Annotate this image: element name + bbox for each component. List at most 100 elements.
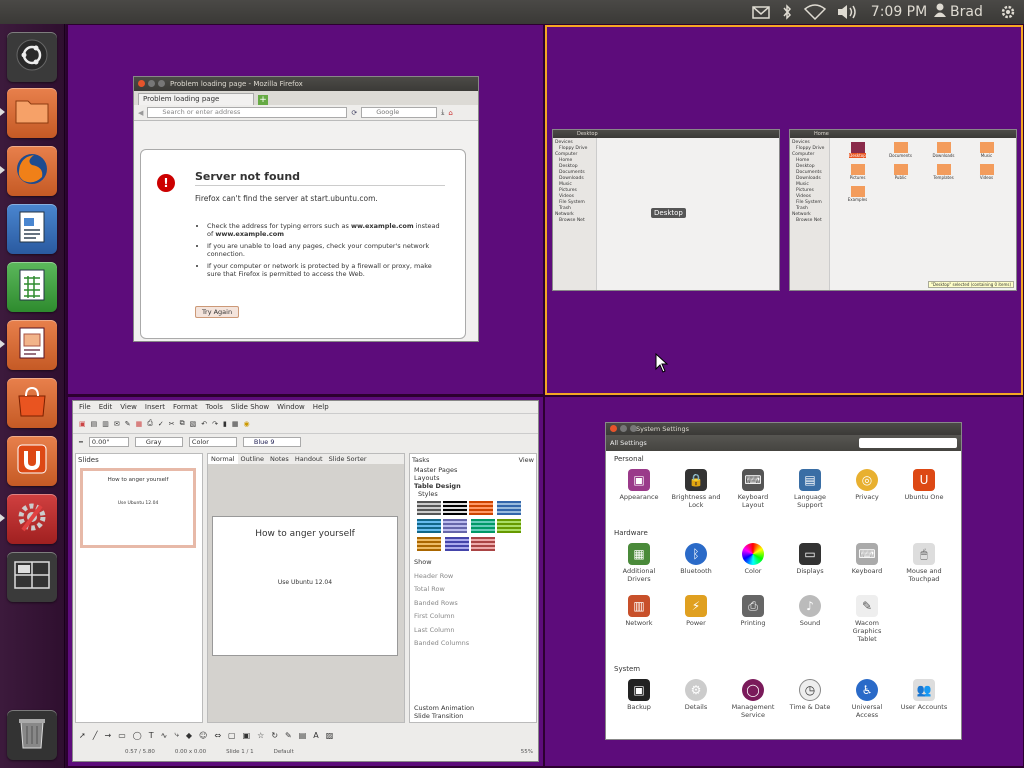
ubuntu-one-launcher[interactable] — [7, 436, 57, 486]
basic-shapes-icon[interactable]: ◆ — [186, 731, 192, 740]
back-arrow-icon[interactable]: ◀ — [138, 109, 143, 117]
text-tool-icon[interactable]: T — [149, 731, 154, 740]
tab-normal[interactable]: Normal — [208, 454, 238, 464]
table-style[interactable] — [417, 537, 441, 551]
setting-language-support[interactable]: ▤ Language Support — [785, 469, 835, 509]
tab-handout[interactable]: Handout — [292, 454, 326, 464]
points-icon[interactable]: ✎ — [285, 731, 292, 740]
table-style[interactable] — [417, 501, 441, 515]
ellipse-tool-icon[interactable]: ◯ — [133, 731, 142, 740]
paste-icon[interactable]: ▧ — [190, 420, 197, 428]
rotate-icon[interactable]: ↻ — [271, 731, 278, 740]
line-width-field[interactable]: 0.00" — [88, 436, 129, 447]
menu-file[interactable]: File — [79, 401, 91, 413]
checkbox-total-row[interactable]: Total Row — [414, 583, 536, 597]
setting-time-date[interactable]: ◷ Time & Date — [785, 679, 835, 711]
task-layouts[interactable]: Layouts — [414, 474, 536, 482]
folder-item[interactable]: Videos — [965, 164, 1008, 186]
slide-title[interactable]: How to anger yourself — [213, 517, 397, 539]
table-style[interactable] — [471, 519, 496, 533]
checkbox-header-row[interactable]: Header Row — [414, 570, 536, 584]
download-icon[interactable]: ⤓ — [441, 108, 444, 117]
line-color-select[interactable]: Gray — [134, 436, 183, 447]
setting-keyboard-layout[interactable]: ⌨ Keyboard Layout — [728, 469, 778, 509]
software-center-launcher[interactable] — [7, 378, 57, 428]
setting-displays[interactable]: ▭ Displays — [785, 543, 835, 575]
curve-tool-icon[interactable]: ∿ — [161, 731, 168, 740]
dash-home-button[interactable] — [7, 32, 57, 82]
undo-icon[interactable]: ↶ — [201, 420, 207, 428]
flowchart-icon[interactable]: ▢ — [228, 731, 236, 740]
browser-tab[interactable]: Problem loading page — [138, 93, 254, 105]
firefox-window[interactable]: Problem loading page - Mozilla Firefox P… — [133, 76, 479, 342]
sidebar-item[interactable]: Browse Net — [792, 218, 827, 224]
tab-slide-sorter[interactable]: Slide Sorter — [326, 454, 370, 464]
impress-window[interactable]: File Edit View Insert Format Tools Slide… — [72, 400, 539, 762]
slide-thumbnail[interactable]: How to anger yourself Use Ubuntu 12.04 — [80, 468, 196, 548]
setting-printing[interactable]: ⎙ Printing — [728, 595, 778, 627]
table-style[interactable] — [443, 519, 467, 533]
table-icon[interactable]: ▦ — [232, 420, 239, 428]
bluetooth-icon[interactable] — [778, 0, 796, 24]
sidebar-item[interactable]: Browse Net — [555, 218, 594, 224]
setting-bluetooth[interactable]: ᛒ Bluetooth — [671, 543, 721, 575]
save-icon[interactable]: ▥ — [102, 420, 109, 428]
mail-icon[interactable] — [750, 0, 772, 24]
email-icon[interactable]: ✉ — [114, 420, 120, 428]
calc-launcher[interactable] — [7, 262, 57, 312]
reload-icon[interactable]: ⟳ — [351, 109, 357, 117]
table-style[interactable] — [443, 501, 467, 515]
folder-item[interactable]: Music — [965, 142, 1008, 164]
print-icon[interactable]: ⎙ — [147, 419, 153, 428]
spellcheck-icon[interactable]: ✓ — [158, 420, 164, 428]
files-window-desktop[interactable]: Desktop Devices Floppy Drive Computer Ho… — [552, 129, 780, 291]
setting-color[interactable]: Color — [728, 543, 778, 575]
folder-item[interactable]: Documents — [879, 142, 922, 164]
power-gear-icon[interactable] — [996, 0, 1020, 24]
task-slide-transition[interactable]: Slide Transition — [414, 712, 474, 720]
workspace-3[interactable]: File Edit View Insert Format Tools Slide… — [68, 397, 543, 766]
chart-icon[interactable]: ▮ — [223, 420, 227, 428]
arrow-tool-icon[interactable]: → — [105, 731, 112, 740]
user-menu[interactable]: Brad — [934, 0, 994, 24]
window-controls[interactable] — [610, 425, 637, 432]
setting-keyboard[interactable]: ⌨ Keyboard — [842, 543, 892, 575]
folder-item[interactable]: Downloads — [922, 142, 965, 164]
table-style[interactable] — [471, 537, 496, 551]
menu-format[interactable]: Format — [173, 401, 198, 413]
edit-icon[interactable]: ✎ — [125, 420, 131, 428]
tab-notes[interactable]: Notes — [267, 454, 292, 464]
task-custom-animation[interactable]: Custom Animation — [414, 704, 474, 712]
url-bar[interactable]: Search or enter address — [147, 107, 348, 118]
checkbox-first-column[interactable]: First Column — [414, 610, 536, 624]
menu-insert[interactable]: Insert — [145, 401, 165, 413]
wifi-icon[interactable] — [802, 0, 828, 24]
table-style[interactable] — [469, 501, 493, 515]
setting-ubuntu-one[interactable]: U Ubuntu One — [899, 469, 949, 501]
line-tool-icon[interactable]: ╱ — [93, 731, 98, 740]
menu-slide-show[interactable]: Slide Show — [231, 401, 269, 413]
callouts-icon[interactable]: ▣ — [243, 731, 251, 740]
select-arrow-icon[interactable]: ➚ — [79, 731, 86, 740]
impress-launcher[interactable] — [7, 320, 57, 370]
workspace-2[interactable]: Desktop Devices Floppy Drive Computer Ho… — [545, 25, 1023, 395]
area-style-select[interactable]: Color — [188, 436, 237, 447]
status-zoom[interactable]: 55% — [521, 745, 537, 759]
connector-tool-icon[interactable]: ⤷ — [174, 730, 178, 740]
home-icon[interactable]: ⌂ — [448, 109, 452, 117]
table-style[interactable] — [445, 537, 470, 551]
folder-item[interactable]: Pictures — [836, 164, 879, 180]
image-icon[interactable]: ▤ — [299, 731, 307, 740]
line-style-icon[interactable]: ━ — [79, 438, 83, 446]
menu-window[interactable]: Window — [277, 401, 305, 413]
search-bar[interactable]: Google — [361, 107, 438, 118]
menu-edit[interactable]: Edit — [99, 401, 113, 413]
copy-icon[interactable]: ⧉ — [180, 419, 185, 428]
checkbox-banded-columns[interactable]: Banded Columns — [414, 637, 536, 651]
slide-body[interactable]: Use Ubuntu 12.04 — [213, 539, 397, 586]
pdf-icon[interactable]: ▦ — [136, 420, 143, 428]
setting-brightness-lock[interactable]: 🔒 Brightness and Lock — [671, 469, 721, 509]
menu-help[interactable]: Help — [313, 401, 329, 413]
workspace-4[interactable]: System Settings All Settings Personal ▣ A… — [545, 397, 1023, 766]
setting-details[interactable]: ⚙ Details — [671, 679, 721, 711]
